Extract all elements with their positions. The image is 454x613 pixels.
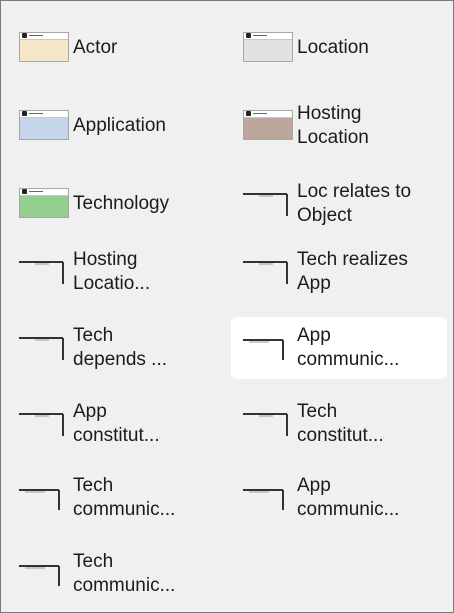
palette-item-application[interactable]: Application	[7, 95, 223, 157]
palette-item-loc-relates-to-object[interactable]: Loc relates to Object	[231, 173, 447, 235]
palette-item-tech-realizes-app[interactable]: Tech realizes App	[231, 241, 447, 303]
shape-palette: Actor Location Application Hosting Locat…	[0, 0, 454, 613]
palette-item-label: Tech communic...	[73, 475, 176, 520]
palette-item-tech-communicates-2[interactable]: Tech communic...	[7, 543, 223, 605]
palette-item-label: Actor	[73, 37, 118, 58]
connector-icon	[15, 556, 69, 592]
shape-box	[243, 32, 293, 62]
palette-item-label: Hosting Location	[297, 103, 369, 148]
palette-item-tech-communicates[interactable]: Tech communic...	[7, 467, 223, 529]
palette-item-label: Application	[73, 115, 166, 136]
connector-icon	[15, 406, 69, 442]
palette-item-label: Technology	[73, 193, 170, 214]
application-shape-icon	[15, 108, 69, 144]
connector-icon	[239, 254, 293, 290]
palette-item-label: App communic...	[297, 325, 400, 370]
shape-box	[19, 188, 69, 218]
palette-item-label: Tech realizes App	[297, 249, 408, 294]
shape-box	[19, 32, 69, 62]
technology-shape-icon	[15, 186, 69, 222]
palette-item-label: App constitut...	[73, 401, 160, 446]
connector-icon	[239, 330, 293, 366]
palette-item-location[interactable]: Location	[231, 17, 447, 79]
hosting-location-shape-icon	[239, 108, 293, 144]
connector-icon	[239, 480, 293, 516]
palette-item-app-communicates-selected[interactable]: App communic...	[231, 317, 447, 379]
palette-item-hosting-location-relation[interactable]: Hosting Locatio...	[7, 241, 223, 303]
location-shape-icon	[239, 30, 293, 66]
palette-item-hosting-location[interactable]: Hosting Location	[231, 95, 447, 157]
palette-item-label: Hosting Locatio...	[73, 249, 151, 294]
palette-item-app-constitutes[interactable]: App constitut...	[7, 393, 223, 455]
palette-item-label: Tech communic...	[73, 551, 176, 596]
palette-item-technology[interactable]: Technology	[7, 173, 223, 235]
connector-icon	[15, 330, 69, 366]
palette-item-actor[interactable]: Actor	[7, 17, 223, 79]
connector-icon	[15, 480, 69, 516]
connector-icon	[15, 254, 69, 290]
connector-icon	[239, 186, 293, 222]
palette-item-label: Location	[297, 37, 369, 58]
palette-item-tech-constitutes[interactable]: Tech constitut...	[231, 393, 447, 455]
palette-item-label: Tech depends ...	[73, 325, 168, 370]
palette-item-tech-depends[interactable]: Tech depends ...	[7, 317, 223, 379]
palette-item-label: Tech constitut...	[297, 401, 384, 446]
palette-item-label: App communic...	[297, 475, 400, 520]
palette-item-app-communicates[interactable]: App communic...	[231, 467, 447, 529]
palette-item-label: Loc relates to Object	[297, 181, 412, 226]
actor-shape-icon	[15, 30, 69, 66]
connector-icon	[239, 406, 293, 442]
shape-box	[19, 110, 69, 140]
shape-box	[243, 110, 293, 140]
